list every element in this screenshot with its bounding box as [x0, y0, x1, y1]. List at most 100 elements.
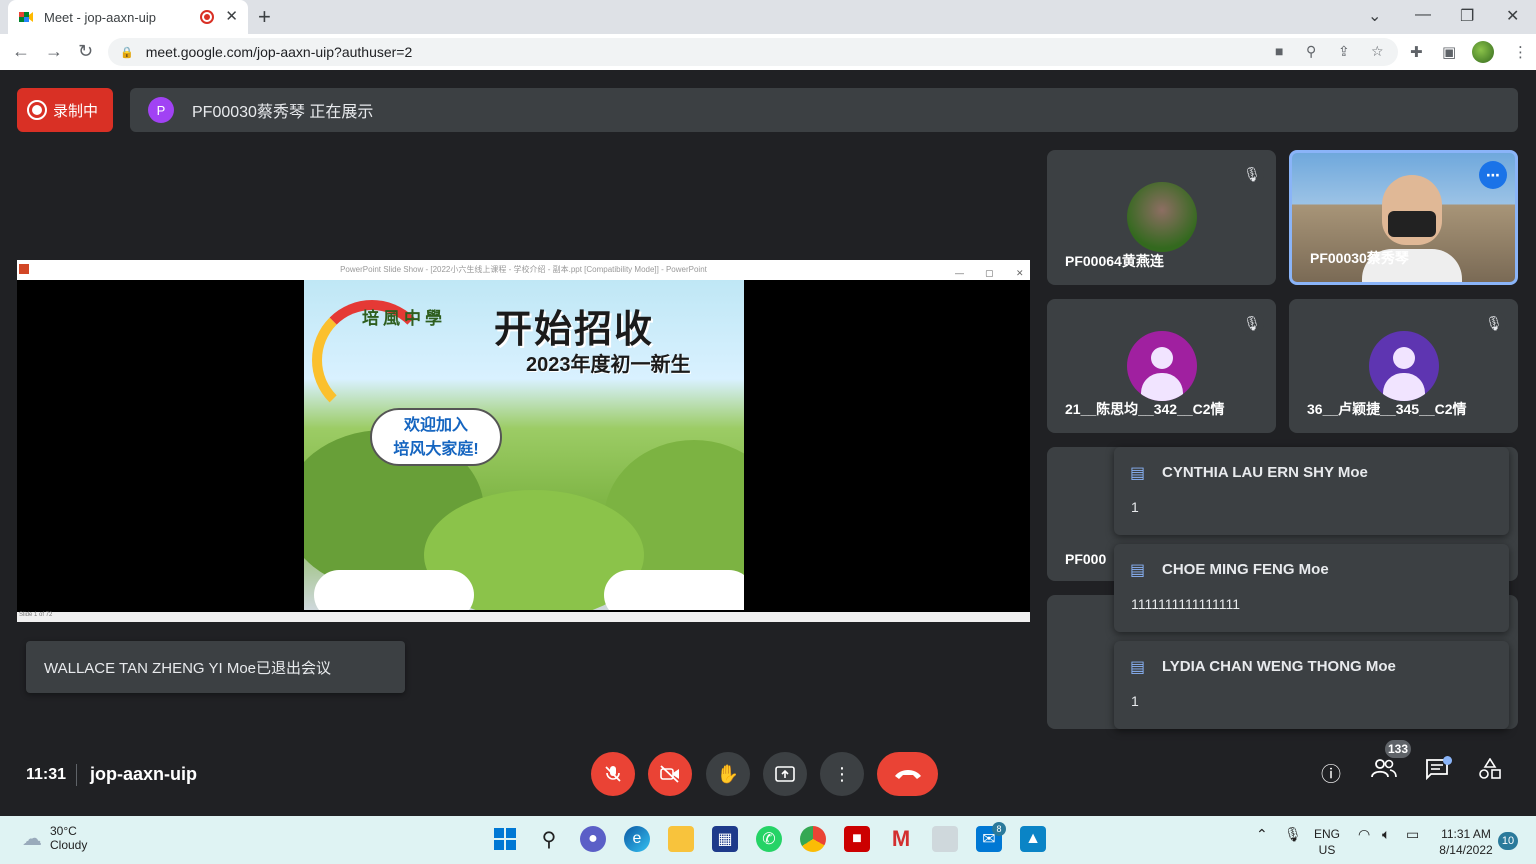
edge-icon[interactable]: e — [624, 826, 650, 852]
participant-tile[interactable]: 🎙︎ PF00064黄燕连 — [1047, 150, 1276, 285]
chat-sender: LYDIA CHAN WENG THONG Moe — [1162, 657, 1396, 675]
meet-favicon — [18, 9, 34, 25]
participant-tile[interactable]: 🎙︎ 21__陈思均__342__C2情 — [1047, 299, 1276, 433]
leave-call-button[interactable] — [877, 752, 938, 796]
close-tab-icon[interactable]: ✕ — [225, 7, 238, 25]
more-options-icon[interactable]: ⋯ — [1479, 161, 1507, 189]
extensions-icon[interactable]: ✚ — [1410, 43, 1423, 61]
notification-badge[interactable]: 10 — [1498, 832, 1518, 850]
share-icon[interactable]: ⇪ — [1338, 43, 1350, 60]
minimize-icon[interactable]: — — [1415, 6, 1431, 24]
app-icon[interactable] — [932, 826, 958, 852]
reload-icon[interactable]: ↻ — [78, 41, 93, 62]
raise-hand-button[interactable]: ✋ — [706, 752, 750, 796]
present-icon — [775, 766, 795, 782]
photos-icon[interactable]: ▲ — [1020, 826, 1046, 852]
volume-icon[interactable]: 🔈︎ — [1382, 826, 1390, 842]
weather-temp: 30°C — [50, 824, 77, 838]
meeting-controls-bar: 11:31 jop-aaxn-uip ✋ ⋮ ⓘ — [0, 742, 1536, 816]
microphone-icon[interactable]: 🎙︎ — [1284, 826, 1302, 842]
camera-icon[interactable]: ■ — [1275, 43, 1283, 59]
lock-icon: 🔒 — [120, 46, 134, 59]
address-bar[interactable]: 🔒 meet.google.com/jop-aaxn-uip?authuser=… — [108, 38, 1398, 66]
url-text: meet.google.com/jop-aaxn-uip?authuser=2 — [145, 44, 413, 60]
participant-name: 21__陈思均__342__C2情 — [1065, 401, 1225, 417]
powerpoint-titlebar: PowerPoint Slide Show - [2022小六生线上课程 - 学… — [17, 260, 1030, 280]
camera-toggle-button[interactable] — [648, 752, 692, 796]
mail-icon[interactable]: ✉ 8 — [976, 822, 1006, 852]
chat-message-icon: ▤ — [1130, 659, 1146, 676]
chat-message-icon: ▤ — [1130, 465, 1146, 482]
taskbar-time: 11:31 AM — [1441, 827, 1491, 841]
profile-avatar[interactable] — [1472, 41, 1494, 63]
meeting-details-icon[interactable]: ⓘ — [1316, 758, 1346, 787]
activities-icon[interactable] — [1475, 757, 1505, 786]
presenting-banner: P PF00030蔡秀琴 正在展示 — [130, 88, 1518, 132]
people-icon[interactable] — [1369, 758, 1399, 784]
cloud-graphic — [604, 570, 744, 610]
chat-sender: CHOE MING FENG Moe — [1162, 560, 1329, 578]
side-panel-icon[interactable]: ▣ — [1442, 43, 1456, 61]
divider — [76, 764, 77, 786]
record-icon — [27, 100, 47, 120]
chat-notification[interactable]: ▤ CHOE MING FENG Moe 1111111111111111 — [1114, 544, 1509, 632]
slide-speech-bubble: 欢迎加入 培风大家庭! — [370, 408, 502, 466]
bubble-line-2: 培风大家庭! — [393, 441, 479, 458]
forward-icon[interactable]: → — [45, 41, 63, 62]
browser-tab[interactable]: Meet - jop-aaxn-uip ✕ — [8, 0, 248, 34]
pp-restore-icon: ▢ — [985, 268, 994, 278]
new-tab-button[interactable]: + — [258, 4, 271, 30]
present-screen-button[interactable] — [763, 752, 807, 796]
microsoft-store-icon[interactable]: ▦ — [712, 826, 738, 852]
participant-avatar — [1126, 182, 1197, 252]
slide-headline: 开始招收 — [494, 309, 655, 351]
chat-message: 1 — [1131, 499, 1139, 515]
participant-tile[interactable]: 🎙︎ 36__卢颖捷__345__C2情 — [1289, 299, 1518, 433]
search-icon[interactable]: ⚲ — [536, 826, 562, 852]
tab-search-icon[interactable]: ⌄ — [1368, 6, 1381, 26]
toast-text: WALLACE TAN ZHENG YI Moe已退出会议 — [44, 659, 332, 677]
mic-off-icon — [605, 766, 621, 782]
game-app-icon[interactable]: ■ — [844, 826, 870, 852]
weather-widget[interactable]: ☁ 30°C Cloudy — [22, 824, 87, 852]
pp-close-icon: ✕ — [1016, 268, 1024, 278]
whatsapp-icon[interactable]: ✆ — [756, 826, 782, 852]
chrome-icon[interactable] — [800, 826, 826, 852]
chat-message-icon: ▤ — [1130, 562, 1146, 579]
restore-icon[interactable]: ❐ — [1460, 6, 1474, 26]
bookmark-star-icon[interactable]: ☆ — [1371, 43, 1384, 60]
wifi-icon[interactable]: ◠ — [1358, 826, 1370, 842]
back-icon[interactable]: ← — [12, 41, 30, 62]
browser-toolbar: ← → ↻ 🔒 meet.google.com/jop-aaxn-uip?aut… — [0, 34, 1536, 70]
show-hidden-icons[interactable]: ⌃ — [1256, 826, 1268, 842]
mic-toggle-button[interactable] — [591, 752, 635, 796]
cloud-weather-icon: ☁ — [22, 827, 42, 850]
taskbar-date: 8/14/2022 — [1439, 843, 1493, 857]
more-options-button[interactable]: ⋮ — [820, 752, 864, 796]
taskbar-clock[interactable]: 11:31 AM 8/14/2022 — [1436, 826, 1496, 858]
close-window-icon[interactable]: ✕ — [1506, 6, 1519, 26]
chat-notification[interactable]: ▤ CYNTHIA LAU ERN SHY Moe 1 — [1114, 447, 1509, 535]
presenting-text: PF00030蔡秀琴 正在展示 — [192, 104, 374, 121]
chat-notification[interactable]: ▤ LYDIA CHAN WENG THONG Moe 1 — [1114, 641, 1509, 729]
zoom-icon[interactable]: ⚲ — [1306, 43, 1316, 60]
file-explorer-icon[interactable] — [668, 826, 694, 852]
left-meeting-toast: WALLACE TAN ZHENG YI Moe已退出会议 — [26, 641, 405, 693]
mic-off-icon: 🎙︎ — [1240, 311, 1264, 335]
cloud-graphic — [314, 570, 474, 610]
recording-button[interactable]: 录制中 — [17, 88, 113, 132]
language-indicator[interactable]: ENG US — [1314, 826, 1340, 858]
app-m-icon[interactable]: M — [888, 826, 914, 852]
battery-icon[interactable]: ▭ — [1406, 826, 1419, 842]
powerpoint-window-title: PowerPoint Slide Show - [2022小六生线上课程 - 学… — [340, 265, 707, 274]
start-icon[interactable] — [492, 826, 518, 852]
person-avatar-icon — [1368, 331, 1439, 401]
pp-minimize-icon: — — [955, 268, 964, 278]
participant-tile-video[interactable]: ⋯ PF00030蔡秀琴 — [1289, 150, 1518, 285]
person-avatar-icon — [1126, 331, 1197, 401]
unread-chat-dot — [1443, 756, 1452, 765]
browser-chrome: Meet - jop-aaxn-uip ✕ + ⌄ — ❐ ✕ ← → ↻ 🔒 … — [0, 0, 1536, 70]
teams-chat-icon[interactable]: ● — [580, 826, 606, 852]
powerpoint-icon — [19, 264, 29, 274]
browser-menu-icon[interactable]: ⋮ — [1513, 43, 1528, 61]
